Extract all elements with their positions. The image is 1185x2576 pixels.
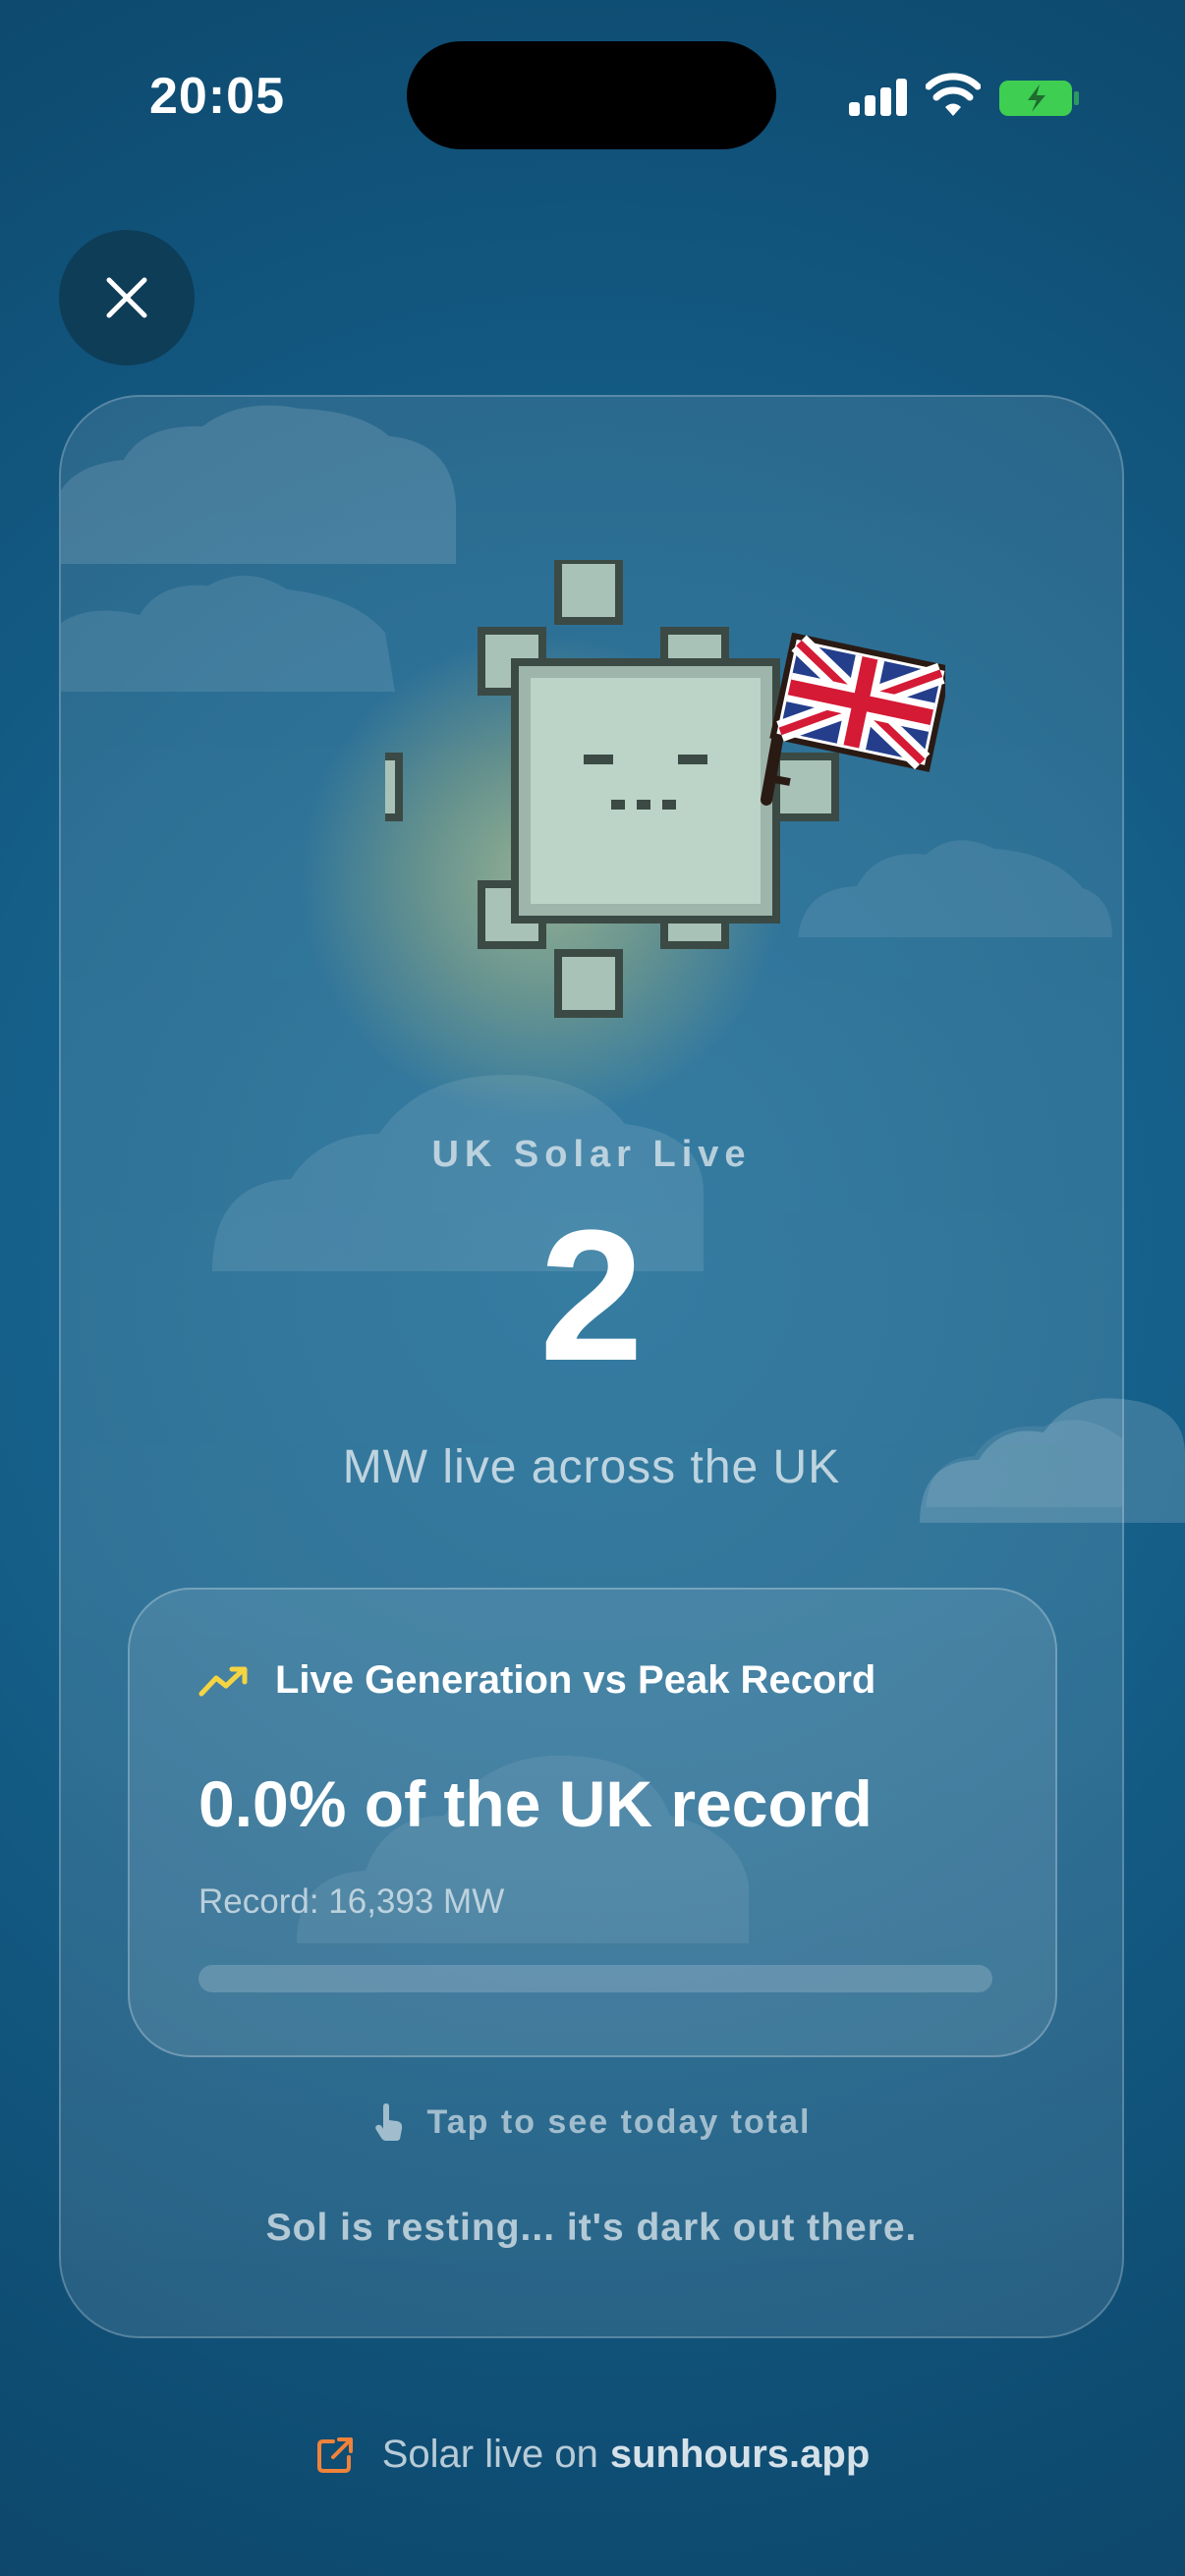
live-generation-value: 2 — [539, 1192, 644, 1400]
unit-description: MW live across the UK — [342, 1441, 841, 1493]
close-button[interactable] — [59, 230, 195, 365]
status-message: Sol is resting... it's dark out there. — [265, 2207, 918, 2249]
footer-domain: sunhours.app — [609, 2433, 871, 2476]
tap-hint-text: Tap to see today total — [426, 2102, 812, 2141]
record-value: Record: 16,393 MW — [198, 1882, 505, 1921]
sunhours-link[interactable]: Solar live on sunhours.app — [0, 2433, 1185, 2477]
footer-prefix: Solar live on — [381, 2433, 598, 2476]
status-time: 20:05 — [149, 68, 285, 125]
solar-live-card[interactable]: UK Solar Live 2 MW live across the UK Li… — [59, 395, 1124, 2338]
record-progress-bar — [198, 1965, 992, 1992]
stat-card-header: Live Generation vs Peak Record — [198, 1658, 875, 1703]
tap-finger-icon — [374, 2103, 402, 2141]
dynamic-island — [407, 41, 776, 149]
record-percentage: 0.0% of the UK record — [198, 1767, 873, 1840]
status-bar: 20:05 — [0, 0, 1185, 187]
stat-card-title: Live Generation vs Peak Record — [275, 1658, 876, 1702]
cloud-decoration — [61, 405, 456, 564]
external-link-icon — [316, 2436, 353, 2473]
battery-charging-icon — [999, 81, 1079, 116]
trend-up-icon — [198, 1666, 248, 1696]
close-icon — [106, 277, 147, 318]
cloud-decoration — [61, 575, 395, 692]
section-label: UK Solar Live — [431, 1134, 752, 1175]
wifi-icon — [926, 73, 981, 116]
tap-hint[interactable]: Tap to see today total — [61, 2102, 1122, 2142]
cellular-signal-icon — [849, 79, 908, 116]
peak-record-card[interactable]: Live Generation vs Peak Record 0.0% of t… — [128, 1588, 1057, 2057]
uk-flag-icon — [761, 633, 945, 806]
